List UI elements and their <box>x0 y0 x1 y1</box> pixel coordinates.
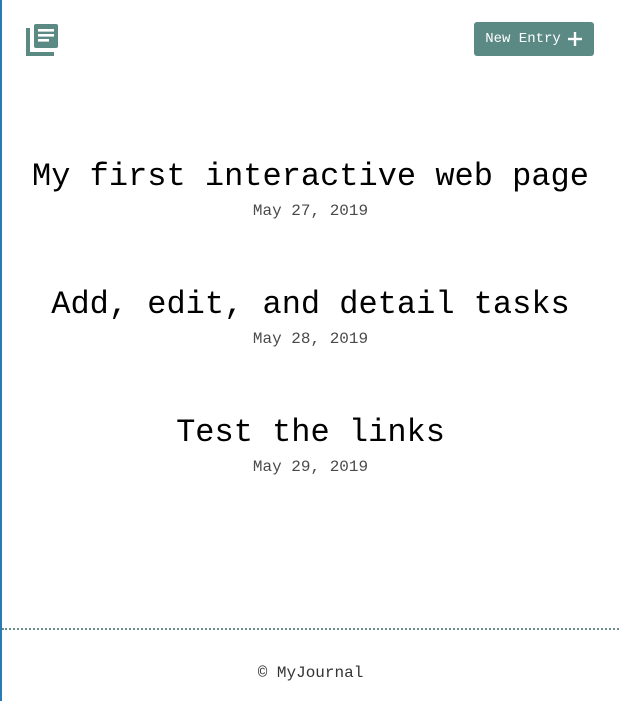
entry-title-link[interactable]: Add, edit, and detail tasks <box>51 283 569 327</box>
footer-divider <box>2 628 619 630</box>
entry-title-link[interactable]: My first interactive web page <box>32 155 589 199</box>
entry-item: Test the links May 29, 2019 <box>2 411 619 539</box>
plus-icon <box>567 32 582 46</box>
journal-stack-icon[interactable] <box>24 22 60 58</box>
new-entry-button[interactable]: New Entry <box>474 22 594 56</box>
entry-item: My first interactive web page May 27, 20… <box>2 155 619 283</box>
entry-date: May 29, 2019 <box>252 458 369 476</box>
entry-date: May 27, 2019 <box>252 202 369 220</box>
entry-date: May 28, 2019 <box>252 330 369 348</box>
copyright-text: © MyJournal <box>257 664 364 682</box>
entry-item: Add, edit, and detail tasks May 28, 2019 <box>2 283 619 411</box>
entry-title-link[interactable]: Test the links <box>176 411 445 455</box>
new-entry-label: New Entry <box>485 31 561 47</box>
site-footer: © MyJournal <box>2 662 619 684</box>
site-header: New Entry <box>2 0 619 80</box>
entry-list: My first interactive web page May 27, 20… <box>2 155 619 539</box>
